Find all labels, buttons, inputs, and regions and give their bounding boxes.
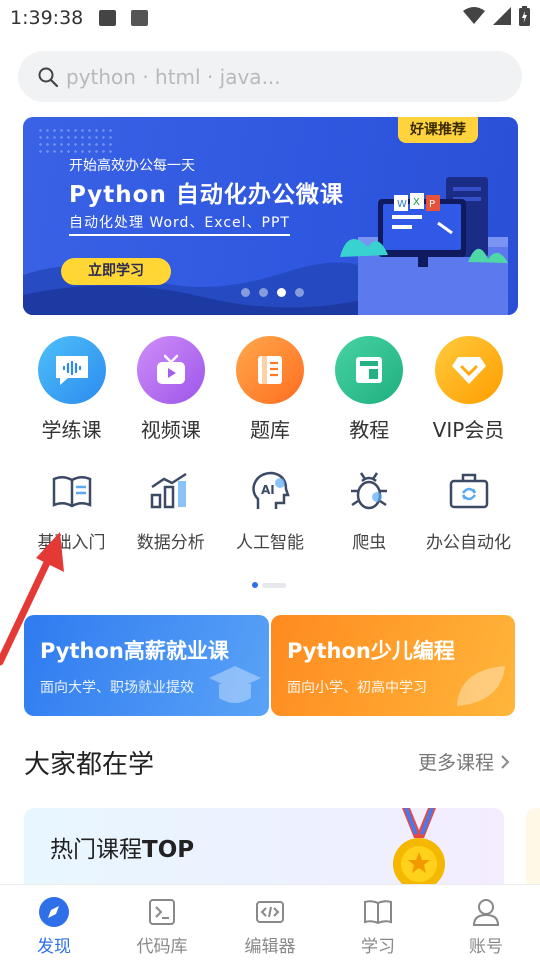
category-pager-active xyxy=(252,582,258,588)
nav-account[interactable]: 账号 xyxy=(432,885,540,960)
open-book-icon xyxy=(47,466,97,516)
medal-icon xyxy=(393,808,445,888)
nav-study[interactable]: 学习 xyxy=(324,885,432,960)
banner-tag: 好课推荐 xyxy=(398,117,478,143)
chevron-right-icon xyxy=(501,754,510,769)
bar-chart-icon xyxy=(146,466,196,516)
svg-text:X: X xyxy=(413,197,420,208)
battery-icon xyxy=(519,6,530,26)
compass-icon xyxy=(37,895,71,929)
nav-label: 代码库 xyxy=(136,937,188,957)
category-pager-inactive xyxy=(262,582,286,588)
nav-label: 发现 xyxy=(37,937,71,957)
category-ai[interactable]: AI 人工智能 xyxy=(221,466,320,553)
tutorial-book-icon xyxy=(335,336,404,404)
category-label: VIP会员 xyxy=(432,418,505,442)
search-icon xyxy=(38,67,58,87)
more-courses-label: 更多课程 xyxy=(417,752,494,774)
next-card-peek xyxy=(526,808,540,888)
status-time: 1:39:38 xyxy=(10,7,84,29)
category-label: 视频课 xyxy=(140,418,201,442)
banner-pager xyxy=(241,288,304,297)
category-office-automation[interactable]: 办公自动化 xyxy=(419,466,518,553)
search-bar[interactable] xyxy=(18,51,522,102)
category-crawler[interactable]: 爬虫 xyxy=(320,466,419,553)
hot-courses-title: 热门课程TOP xyxy=(50,837,195,863)
promo-banner[interactable]: W X P 好课推荐 开始高效办公每一天 Python 自动化办公微课 自动化处… xyxy=(23,117,518,315)
banner-pager-dot[interactable] xyxy=(295,288,304,297)
diamond-icon xyxy=(434,336,503,404)
app-notification-icon xyxy=(131,10,148,26)
nav-label: 编辑器 xyxy=(244,937,296,957)
banner-pager-dot[interactable] xyxy=(259,288,268,297)
banner-subtitle: 自动化处理 Word、Excel、PPT xyxy=(69,212,290,236)
category-data-analysis[interactable]: 数据分析 xyxy=(121,466,220,553)
user-icon xyxy=(469,895,503,929)
category-label: 人工智能 xyxy=(236,533,304,553)
banner-dot-pattern xyxy=(37,127,113,153)
category-label: 办公自动化 xyxy=(426,533,511,553)
svg-text:W: W xyxy=(397,199,407,210)
hot-courses-card[interactable]: 热门课程TOP xyxy=(24,808,504,888)
bug-icon xyxy=(344,466,394,516)
computer-illustration: W X P xyxy=(340,177,508,315)
question-bank-icon xyxy=(236,336,304,404)
bottom-nav: 发现 代码库 编辑器 学习 账号 xyxy=(0,884,540,960)
code-editor-icon xyxy=(253,895,287,929)
svg-text:AI: AI xyxy=(261,483,275,497)
category-label: 爬虫 xyxy=(352,533,387,553)
category-vip-member[interactable]: VIP会员 xyxy=(419,336,518,443)
banner-slogan: 开始高效办公每一天 xyxy=(69,158,195,174)
chat-bubble-icon xyxy=(37,336,106,404)
ai-head-icon: AI xyxy=(245,466,295,516)
briefcase-icon xyxy=(444,466,494,516)
category-label: 学练课 xyxy=(41,418,102,442)
nav-label: 账号 xyxy=(469,937,503,957)
nav-editor[interactable]: 编辑器 xyxy=(216,885,324,960)
nav-label: 学习 xyxy=(361,937,395,957)
terminal-icon xyxy=(145,895,179,929)
category-pager xyxy=(252,582,286,588)
annotation-arrow xyxy=(0,532,64,666)
image-notification-icon xyxy=(99,10,116,26)
category-tutorial[interactable]: 教程 xyxy=(320,336,419,443)
secondary-category-grid: 基础入门 数据分析 AI 人工智能 爬虫 办公自动化 xyxy=(22,466,518,553)
primary-category-grid: 学练课 视频课 题库 教程 VIP会员 xyxy=(22,336,518,443)
study-book-icon xyxy=(361,895,395,929)
section-title: 大家都在学 xyxy=(24,750,155,780)
category-practice-course[interactable]: 学练课 xyxy=(22,336,121,443)
banner-pager-dot-active[interactable] xyxy=(277,288,286,297)
promo-title: Python少儿编程 xyxy=(287,639,455,663)
more-courses-link[interactable]: 更多课程 xyxy=(418,748,510,775)
leaf-icon xyxy=(457,666,505,706)
svg-text:P: P xyxy=(429,199,435,210)
banner-title: Python 自动化办公微课 xyxy=(69,182,344,208)
search-input[interactable] xyxy=(66,59,486,95)
wifi-icon xyxy=(463,7,485,24)
category-label: 题库 xyxy=(250,418,290,442)
nav-discover[interactable]: 发现 xyxy=(0,885,108,960)
category-label: 数据分析 xyxy=(136,533,205,553)
nav-code-library[interactable]: 代码库 xyxy=(108,885,216,960)
graduation-cap-icon xyxy=(209,666,261,703)
category-label: 教程 xyxy=(349,418,390,442)
banner-pager-dot[interactable] xyxy=(241,288,250,297)
tv-icon xyxy=(136,336,205,404)
category-video-course[interactable]: 视频课 xyxy=(121,336,220,443)
banner-cta-button[interactable]: 立即学习 xyxy=(61,258,171,285)
status-bar: 1:39:38 xyxy=(0,0,540,36)
promo-card-kids[interactable]: Python少儿编程 面向小学、初高中学习 xyxy=(271,615,515,716)
signal-icon xyxy=(493,7,511,25)
category-question-bank[interactable]: 题库 xyxy=(221,336,320,443)
